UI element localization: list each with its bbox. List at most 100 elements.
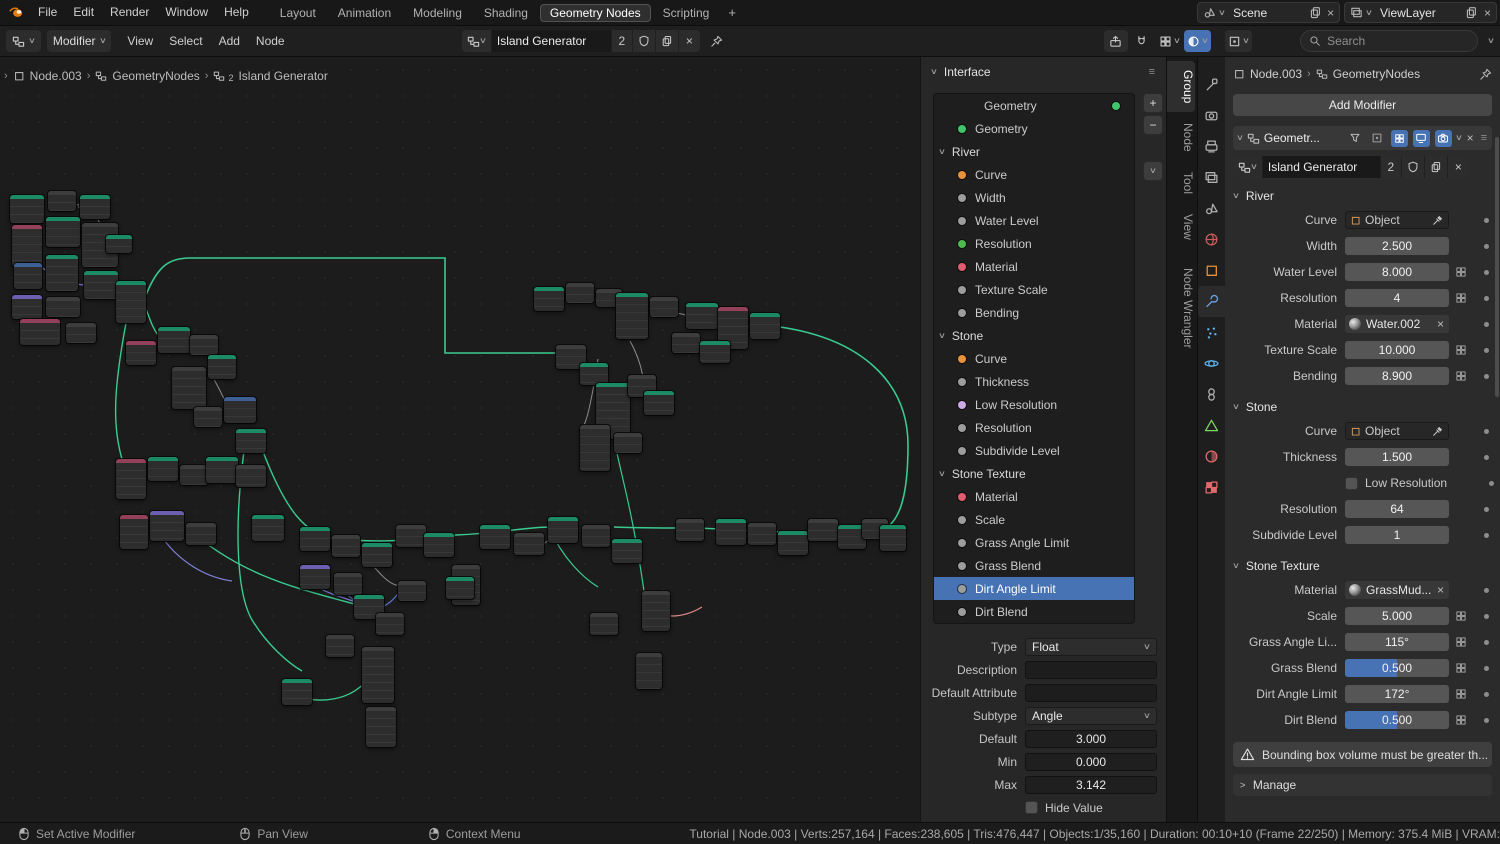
sidebar-tab-tool[interactable]: Tool	[1167, 163, 1195, 203]
modifiers-icon[interactable]	[1198, 286, 1225, 317]
menu-add[interactable]: Add	[211, 29, 248, 54]
physics-icon[interactable]	[1198, 348, 1225, 379]
overlays-toggle-button[interactable]: ∨	[1184, 30, 1211, 52]
mode-select[interactable]: Modifier∨	[47, 30, 112, 52]
close-icon[interactable]: ×	[1482, 6, 1493, 20]
edit-mode-toggle[interactable]	[1391, 130, 1408, 147]
menu-help[interactable]: Help	[216, 0, 257, 25]
interface-socket-resolution[interactable]: Resolution	[934, 416, 1134, 439]
remove-socket-button[interactable]: −	[1143, 115, 1163, 135]
node[interactable]	[676, 519, 704, 541]
node[interactable]	[398, 581, 426, 601]
node-group-users-button[interactable]: 2	[1381, 156, 1402, 178]
node[interactable]	[10, 195, 44, 223]
breadcrumb-item-island-generator[interactable]: Island Generator	[238, 69, 327, 83]
node[interactable]	[12, 225, 42, 267]
animate-decorator-icon[interactable]	[1455, 370, 1467, 382]
animate-decorator-icon[interactable]	[1455, 610, 1467, 622]
node[interactable]	[186, 523, 216, 545]
eyedropper-icon[interactable]	[1432, 214, 1444, 226]
node[interactable]	[644, 391, 674, 415]
interface-socket-subdivide-level[interactable]: Subdivide Level	[934, 439, 1134, 462]
hide-value-checkbox[interactable]: Hide Value	[1025, 801, 1157, 815]
node[interactable]	[116, 459, 146, 499]
node[interactable]	[80, 195, 110, 219]
menu-window[interactable]: Window	[157, 0, 216, 25]
breadcrumb-item-node-003[interactable]: Node.003	[1250, 67, 1302, 81]
drag-handle-icon[interactable]: ≡	[1481, 132, 1488, 144]
node[interactable]	[376, 613, 404, 635]
checkbox[interactable]	[1345, 477, 1358, 490]
workspace-tab-modeling[interactable]: Modeling	[403, 4, 472, 22]
add-socket-button[interactable]: +	[1143, 93, 1163, 113]
node[interactable]	[514, 533, 544, 555]
manage-panel-header[interactable]: ∨ Manage	[1233, 774, 1492, 796]
breadcrumb-collapse-icon[interactable]: ›	[4, 70, 8, 82]
node[interactable]	[750, 313, 780, 339]
node[interactable]	[150, 511, 184, 541]
interface-socket-texture-scale[interactable]: Texture Scale	[934, 278, 1134, 301]
interface-socket-grass-blend[interactable]: Grass Blend	[934, 554, 1134, 577]
sidebar-tab-group[interactable]: Group	[1167, 61, 1195, 112]
node-group-browse-button[interactable]: ∨	[462, 30, 492, 52]
viewlayer-selector[interactable]: ∨ ViewLayer ×	[1344, 2, 1497, 23]
node[interactable]	[46, 255, 78, 291]
animate-decorator-icon[interactable]	[1455, 688, 1467, 700]
node[interactable]	[326, 635, 354, 657]
node[interactable]	[120, 515, 148, 549]
node[interactable]	[396, 525, 426, 547]
checkbox[interactable]	[1025, 801, 1038, 814]
interface-socket-geometry[interactable]: Geometry	[934, 117, 1134, 140]
max-field[interactable]: 3.142	[1025, 776, 1157, 794]
add-modifier-button[interactable]: Add Modifier	[1233, 94, 1492, 116]
search-input[interactable]: Search	[1300, 30, 1478, 52]
node[interactable]	[14, 263, 42, 289]
breadcrumb-item-node-003[interactable]: Node.003	[30, 69, 82, 83]
data-icon[interactable]	[1198, 410, 1225, 441]
node[interactable]	[580, 425, 610, 471]
node[interactable]	[236, 465, 266, 487]
editor-options-dropdown[interactable]: ∨	[1225, 30, 1252, 52]
menu-node[interactable]: Node	[248, 29, 293, 54]
node[interactable]	[446, 577, 474, 599]
node[interactable]	[672, 333, 700, 353]
node-group-name-field[interactable]: Island Generator	[1263, 156, 1381, 178]
pin-button[interactable]	[710, 35, 723, 48]
workspace-tab-shading[interactable]: Shading	[474, 4, 538, 22]
node[interactable]	[300, 565, 330, 589]
snap-mode-dropdown[interactable]: ∨	[1156, 30, 1183, 52]
node[interactable]	[334, 573, 362, 595]
interface-socket-dirt-angle-limit[interactable]: Dirt Angle Limit	[934, 577, 1134, 600]
node[interactable]	[582, 525, 610, 547]
node[interactable]	[880, 525, 906, 551]
node[interactable]	[252, 515, 284, 541]
node[interactable]	[778, 531, 808, 555]
panel-header-stone[interactable]: ∨Stone	[1233, 396, 1492, 418]
close-icon[interactable]: ×	[1325, 6, 1336, 20]
node[interactable]	[126, 341, 156, 365]
new-node-group-button[interactable]	[656, 30, 679, 52]
subtype-select[interactable]: Angle∨	[1025, 707, 1157, 725]
render-icon[interactable]	[1198, 100, 1225, 131]
node-group-name-field[interactable]: Island Generator	[492, 30, 612, 52]
panel-header-stone-texture[interactable]: ∨Stone Texture	[1233, 555, 1492, 577]
node-group-browse-button[interactable]: ∨	[1233, 156, 1263, 178]
new-node-group-button[interactable]	[1425, 156, 1448, 178]
field-width[interactable]: 2.500	[1345, 237, 1449, 255]
workspace-tab-geometry-nodes[interactable]: Geometry Nodes	[540, 4, 651, 22]
animate-decorator-icon[interactable]	[1455, 266, 1467, 278]
node[interactable]	[84, 271, 118, 299]
unlink-icon[interactable]: ×	[1436, 583, 1445, 597]
node[interactable]	[208, 355, 236, 379]
copy-icon[interactable]	[1307, 4, 1323, 21]
node[interactable]	[590, 613, 618, 635]
field-curve[interactable]: Object	[1345, 211, 1449, 229]
sidebar-tab-node[interactable]: Node	[1167, 114, 1195, 161]
field-dirt-blend[interactable]: 0.500	[1345, 711, 1449, 729]
node[interactable]	[46, 297, 80, 317]
interface-socket-curve[interactable]: Curve	[934, 347, 1134, 370]
interface-socket-water-level[interactable]: Water Level	[934, 209, 1134, 232]
texture-icon[interactable]	[1198, 472, 1225, 503]
node[interactable]	[614, 433, 642, 453]
node[interactable]	[362, 543, 392, 567]
